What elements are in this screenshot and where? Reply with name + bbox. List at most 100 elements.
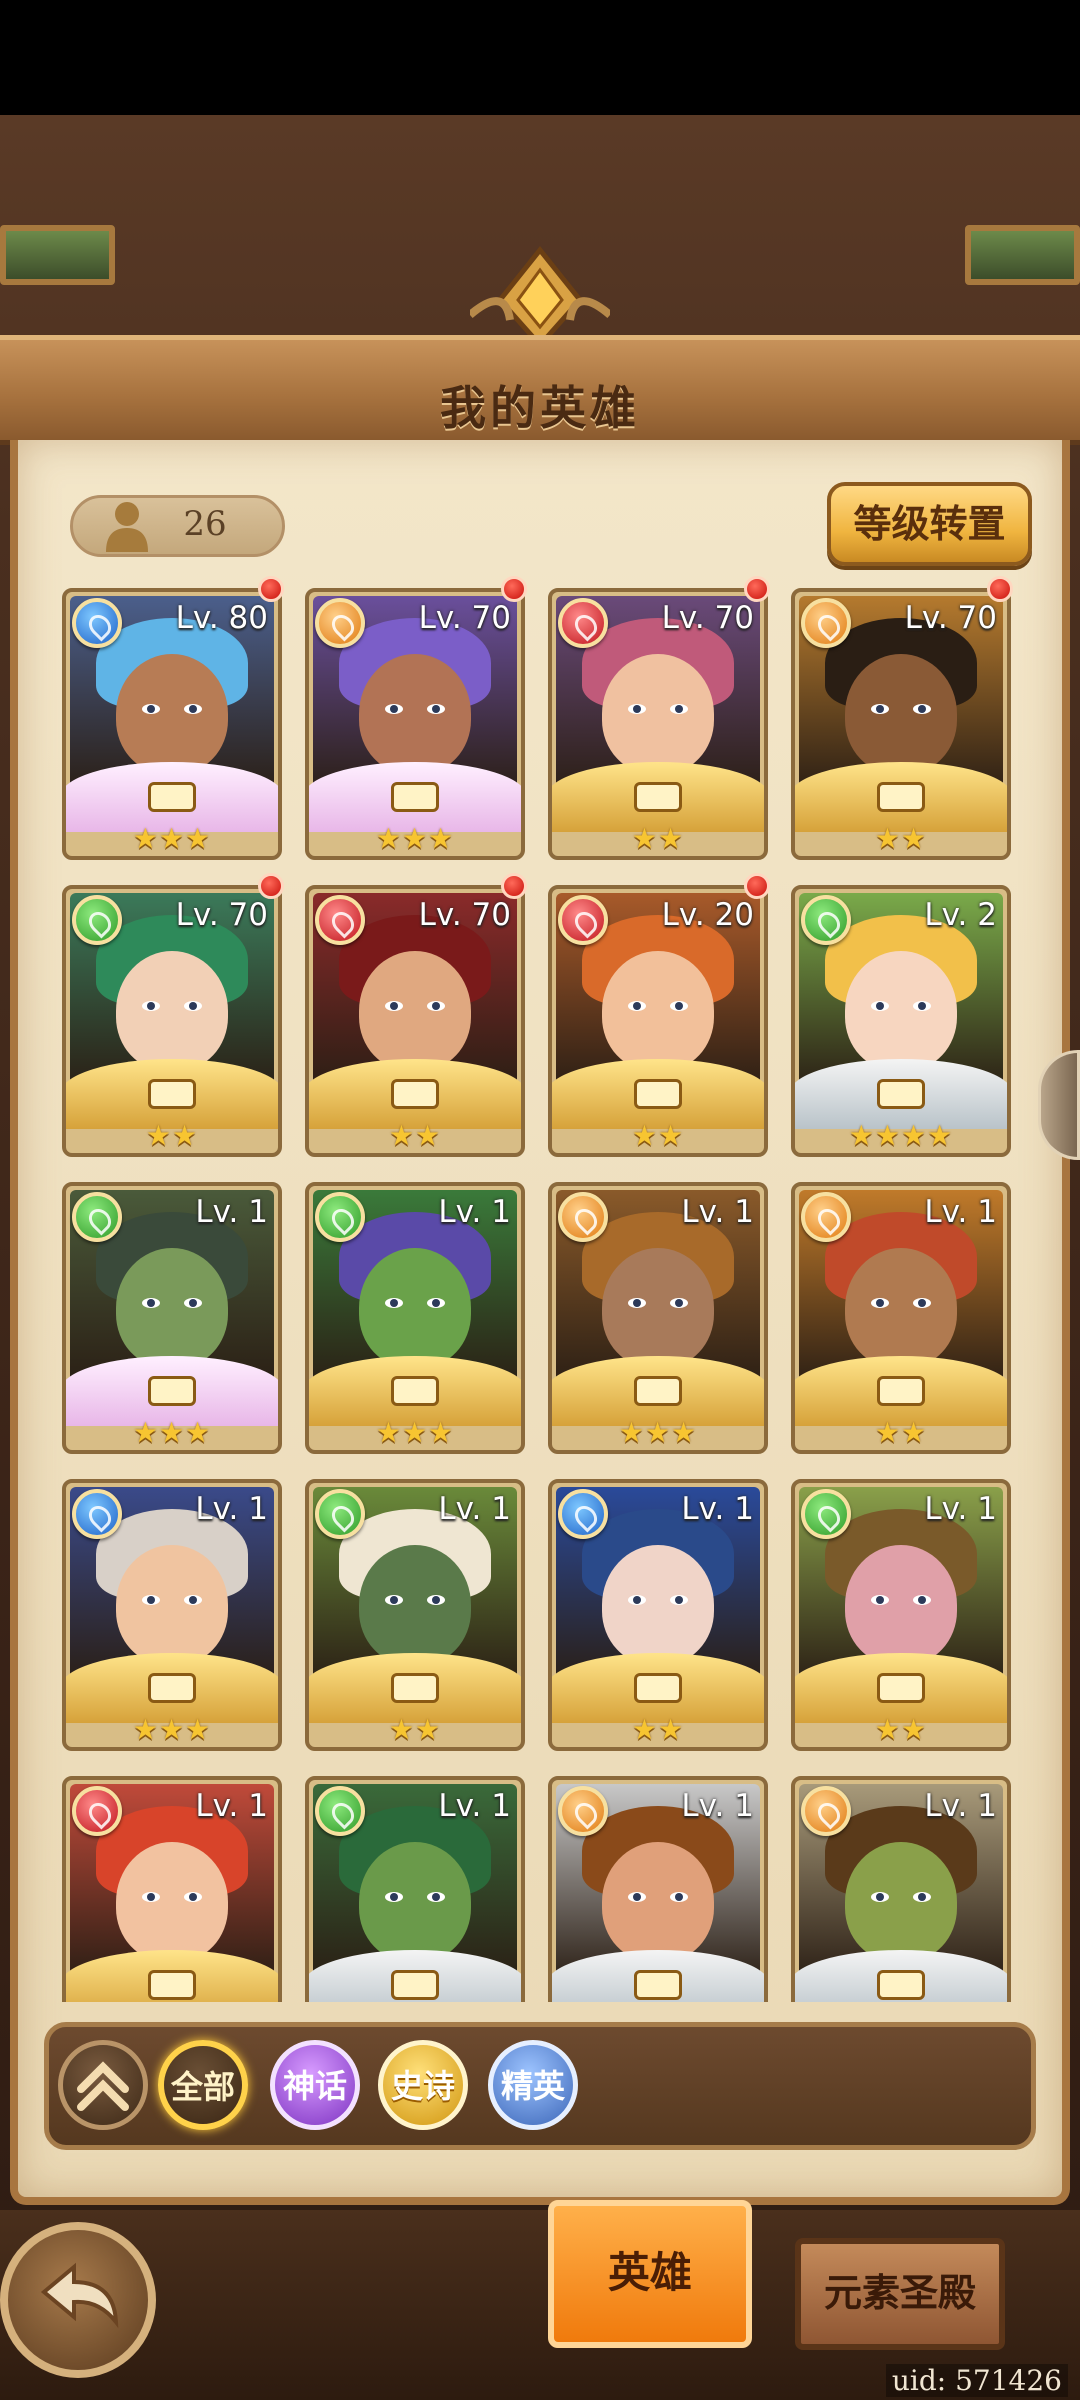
hero-card[interactable]: ★★★ Lv. 1 [62,1479,282,1751]
hero-face [116,1248,228,1368]
hero-eye [385,704,403,714]
hero-eye [142,1595,160,1605]
rarity-emblem-icon [877,1673,925,1703]
hero-card[interactable]: ★★ Lv. 70 [62,885,282,1157]
hero-face [602,1842,714,1962]
nature-element-icon [801,1489,851,1539]
hero-card[interactable]: Lv. 1 [548,1776,768,2002]
filter-elite-button[interactable]: 精英 [488,2040,578,2130]
hero-level: Lv. 1 [438,1491,511,1527]
hero-card[interactable]: ★★★ Lv. 70 [305,588,525,860]
hero-card[interactable]: Lv. 1 [791,1776,1011,2002]
star-rating: ★★ [874,1416,928,1449]
level-transfer-button[interactable]: 等级转置 [827,482,1032,566]
star-rating: ★★ [874,1713,928,1746]
hero-card[interactable]: ★★ Lv. 70 [548,588,768,860]
hero-eye [184,1595,202,1605]
hero-card[interactable]: ★★ Lv. 1 [305,1479,525,1751]
hero-eye [670,704,688,714]
hero-level: Lv. 1 [681,1194,754,1230]
water-element-icon [72,1489,122,1539]
hero-count: 26 [183,504,227,544]
hero-eye [427,1892,445,1902]
hero-card[interactable]: ★★★★ Lv. 2 [791,885,1011,1157]
hero-eye [385,1001,403,1011]
hero-face [845,1545,957,1665]
hero-level: Lv. 1 [681,1788,754,1824]
earth-element-icon [801,598,851,648]
star-rating: ★★ [631,822,685,855]
hero-eye [871,1595,889,1605]
hero-level: Lv. 1 [924,1788,997,1824]
rarity-emblem-icon [634,1376,682,1406]
hero-card[interactable]: ★★ Lv. 70 [305,885,525,1157]
notification-dot [258,576,284,602]
hero-face [602,1545,714,1665]
rarity-emblem-icon [877,1970,925,2000]
notification-dot [744,873,770,899]
user-id: uid: 571426 [885,2364,1068,2397]
notification-dot [744,576,770,602]
hero-card[interactable]: ★★★ Lv. 1 [62,1182,282,1454]
hero-eye [385,1892,403,1902]
rarity-emblem-icon [634,1079,682,1109]
hero-eye [913,704,931,714]
star-rating: ★★ [874,822,928,855]
star-rating: ★★★ [618,1416,698,1449]
star-rating: ★★★ [132,1416,212,1449]
hero-face [116,654,228,774]
notification-dot [501,873,527,899]
left-pillar-ornament [0,225,115,285]
hero-card[interactable]: ★★ Lv. 1 [791,1479,1011,1751]
hero-eye [670,1595,688,1605]
hero-level: Lv. 1 [195,1194,268,1230]
hero-card[interactable]: ★★★ Lv. 1 [305,1182,525,1454]
hero-face [845,654,957,774]
hero-eye [427,1298,445,1308]
nature-element-icon [801,895,851,945]
tab-heroes[interactable]: 英雄 [548,2200,752,2348]
earth-element-icon [558,1192,608,1242]
hero-eye [142,1298,160,1308]
hero-card[interactable]: ★★★ Lv. 1 [548,1182,768,1454]
filter-myth-button[interactable]: 神话 [270,2040,360,2130]
rarity-emblem-icon [877,1079,925,1109]
back-arrow-icon [40,2262,119,2329]
star-rating: ★★ [631,1119,685,1152]
hero-level: Lv. 1 [195,1491,268,1527]
hero-card[interactable]: ★★ Lv. 20 [548,885,768,1157]
nature-element-icon [315,1489,365,1539]
hero-face [359,654,471,774]
hero-eye [184,1892,202,1902]
hero-face [359,1545,471,1665]
hero-card[interactable]: ★★ Lv. 70 [791,588,1011,860]
hero-level: Lv. 1 [924,1491,997,1527]
hero-face [116,951,228,1071]
star-rating: ★★ [388,1119,442,1152]
hero-eye [871,704,889,714]
hero-eye [385,1595,403,1605]
hero-card[interactable]: ★★ Lv. 1 [791,1182,1011,1454]
fire-element-icon [72,1786,122,1836]
star-rating: ★★★ [132,1713,212,1746]
filter-all-button[interactable]: 全部 [158,2040,248,2130]
hero-level: Lv. 1 [438,1194,511,1230]
hero-face [359,951,471,1071]
hero-card[interactable]: Lv. 1 [62,1776,282,2002]
hero-eye [628,704,646,714]
collapse-button[interactable] [58,2040,148,2130]
hero-eye [628,1892,646,1902]
hero-level: Lv. 2 [924,897,997,933]
rarity-emblem-icon [148,1376,196,1406]
hero-level: Lv. 80 [175,600,268,636]
hero-face [116,1545,228,1665]
hero-level: Lv. 70 [418,897,511,933]
hero-eye [871,1892,889,1902]
hero-eye [628,1298,646,1308]
filter-epic-button[interactable]: 史诗 [378,2040,468,2130]
tab-elemental-shrine[interactable]: 元素圣殿 [795,2238,1005,2350]
hero-card[interactable]: ★★★ Lv. 80 [62,588,282,860]
hero-face [359,1842,471,1962]
hero-card[interactable]: Lv. 1 [305,1776,525,2002]
hero-card[interactable]: ★★ Lv. 1 [548,1479,768,1751]
